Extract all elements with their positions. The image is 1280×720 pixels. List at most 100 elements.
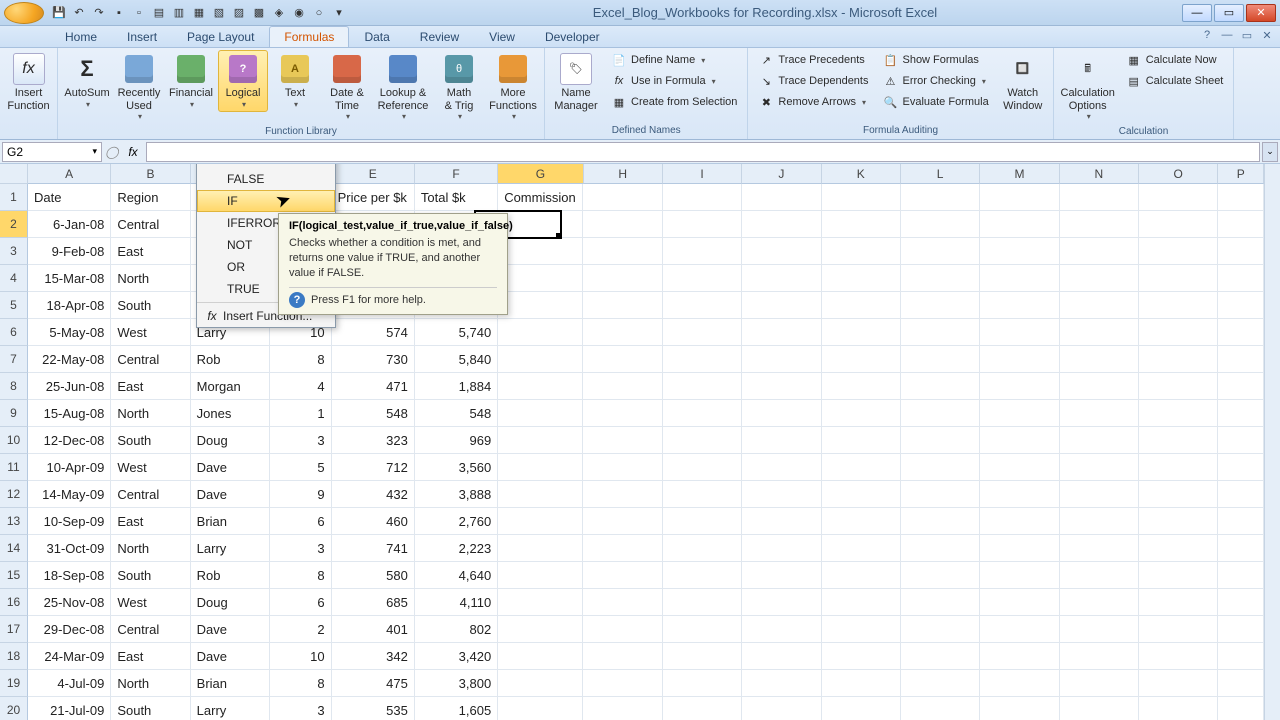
cell[interactable]: Brian <box>191 670 270 697</box>
cell[interactable] <box>583 481 662 508</box>
cell[interactable]: 3 <box>270 427 332 454</box>
cell[interactable] <box>980 265 1059 292</box>
cell[interactable]: 14-May-09 <box>28 481 111 508</box>
recently-used-button[interactable]: Recently Used▾ <box>114 50 164 124</box>
cell[interactable] <box>663 508 742 535</box>
cell[interactable] <box>663 481 742 508</box>
cell[interactable]: 1,605 <box>415 697 498 720</box>
cell[interactable]: 2,223 <box>415 535 498 562</box>
tab-data[interactable]: Data <box>349 26 404 47</box>
cell[interactable]: 730 <box>332 346 415 373</box>
minimize-ribbon-icon[interactable]: — <box>1220 28 1234 42</box>
cell[interactable]: Dave <box>191 643 270 670</box>
cell[interactable] <box>498 508 583 535</box>
cell[interactable]: 969 <box>415 427 498 454</box>
column-header[interactable]: N <box>1060 164 1139 184</box>
help-icon[interactable]: ? <box>1200 28 1214 42</box>
cell[interactable] <box>901 697 980 720</box>
cell[interactable] <box>1139 373 1218 400</box>
cell[interactable] <box>583 616 662 643</box>
cell[interactable]: 10-Sep-09 <box>28 508 111 535</box>
column-header[interactable]: I <box>663 164 742 184</box>
name-manager-button[interactable]: 🏷 Name Manager <box>549 50 603 115</box>
cell[interactable]: 31-Oct-09 <box>28 535 111 562</box>
cell[interactable] <box>1060 643 1139 670</box>
cell[interactable]: 741 <box>332 535 415 562</box>
cell[interactable]: 9 <box>270 481 332 508</box>
tab-formulas[interactable]: Formulas <box>269 26 349 47</box>
column-header[interactable]: H <box>584 164 663 184</box>
cell[interactable] <box>1218 373 1264 400</box>
column-header[interactable]: E <box>332 164 415 184</box>
cell[interactable] <box>1139 346 1218 373</box>
cell[interactable] <box>1060 238 1139 265</box>
cell[interactable]: 8 <box>270 670 332 697</box>
cell[interactable]: Doug <box>191 589 270 616</box>
cell[interactable]: 5,840 <box>415 346 498 373</box>
insert-function-button[interactable]: fx Insert Function <box>4 50 53 115</box>
qat-icon[interactable]: ◈ <box>270 4 288 22</box>
cell[interactable] <box>498 400 583 427</box>
cell[interactable] <box>980 508 1059 535</box>
cell[interactable] <box>980 481 1059 508</box>
cell[interactable] <box>498 238 583 265</box>
cell[interactable] <box>742 319 821 346</box>
cell[interactable] <box>1139 535 1218 562</box>
cell[interactable]: 24-Mar-09 <box>28 643 111 670</box>
cell[interactable] <box>1139 184 1218 211</box>
cell[interactable] <box>1218 346 1264 373</box>
cell[interactable] <box>583 265 662 292</box>
cell[interactable]: East <box>111 373 190 400</box>
cell[interactable] <box>822 454 901 481</box>
cell[interactable]: North <box>111 670 190 697</box>
cell[interactable] <box>1139 211 1218 238</box>
cell[interactable]: 342 <box>332 643 415 670</box>
cell[interactable] <box>498 589 583 616</box>
cell[interactable] <box>1218 292 1264 319</box>
cell[interactable]: East <box>111 508 190 535</box>
cell[interactable] <box>663 211 742 238</box>
cell[interactable] <box>980 562 1059 589</box>
cell[interactable]: 3,888 <box>415 481 498 508</box>
cell[interactable]: 10 <box>270 643 332 670</box>
cell[interactable] <box>901 508 980 535</box>
cell[interactable] <box>1060 346 1139 373</box>
cell[interactable] <box>583 211 662 238</box>
cell[interactable] <box>980 616 1059 643</box>
row-header[interactable]: 5 <box>0 292 28 319</box>
lookup-reference-button[interactable]: Lookup & Reference▾ <box>374 50 432 124</box>
cell[interactable] <box>1218 427 1264 454</box>
cell[interactable] <box>663 292 742 319</box>
cell[interactable] <box>1060 481 1139 508</box>
cell[interactable] <box>822 238 901 265</box>
row-header[interactable]: 20 <box>0 697 28 720</box>
cell[interactable] <box>583 589 662 616</box>
cell[interactable] <box>1139 454 1218 481</box>
cell[interactable] <box>1218 562 1264 589</box>
cell[interactable] <box>822 616 901 643</box>
cell[interactable] <box>663 238 742 265</box>
cell[interactable] <box>663 319 742 346</box>
cell[interactable]: Central <box>111 346 190 373</box>
cell[interactable] <box>980 184 1059 211</box>
cell[interactable] <box>498 373 583 400</box>
dropdown-item-false[interactable]: FALSE <box>197 168 335 190</box>
cell[interactable] <box>822 697 901 720</box>
cell[interactable]: North <box>111 535 190 562</box>
cell[interactable] <box>583 292 662 319</box>
cell[interactable] <box>663 616 742 643</box>
qat-icon[interactable]: ▦ <box>190 4 208 22</box>
cell[interactable]: 4,110 <box>415 589 498 616</box>
cell[interactable] <box>583 373 662 400</box>
trace-precedents-button[interactable]: ↗Trace Precedents <box>752 50 874 70</box>
cell[interactable] <box>742 292 821 319</box>
cell[interactable]: 25-Jun-08 <box>28 373 111 400</box>
cell[interactable] <box>822 562 901 589</box>
cell[interactable] <box>742 670 821 697</box>
cell[interactable] <box>1218 184 1264 211</box>
column-header[interactable]: M <box>980 164 1059 184</box>
cell[interactable]: 460 <box>332 508 415 535</box>
date-time-button[interactable]: Date & Time▾ <box>322 50 372 124</box>
cell[interactable]: Dave <box>191 616 270 643</box>
qat-icon[interactable]: ○ <box>310 4 328 22</box>
